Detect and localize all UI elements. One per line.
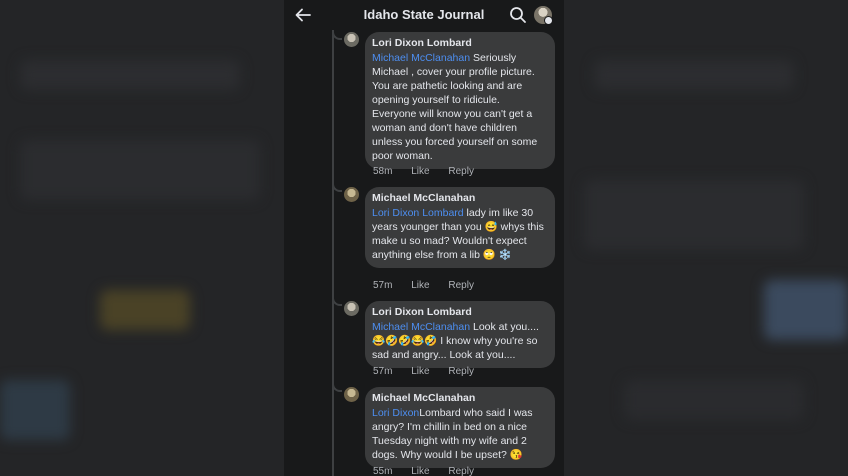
- comment-actions: 57m Like Reply: [373, 280, 490, 291]
- avatar[interactable]: [344, 187, 359, 202]
- avatar[interactable]: [344, 301, 359, 316]
- timestamp: 57m: [373, 366, 393, 377]
- like-button[interactable]: Like: [411, 166, 429, 177]
- comment-text: Michael McClanahan Look at you.... 😂🤣🤣😂🤣…: [372, 320, 547, 362]
- comment-actions: 58m Like Reply: [373, 166, 490, 177]
- thread-line: [332, 30, 334, 476]
- comment-body: Seriously Michael , cover your profile p…: [372, 52, 538, 162]
- timestamp: 58m: [373, 166, 393, 177]
- like-button[interactable]: Like: [411, 280, 429, 291]
- avatar[interactable]: [344, 32, 359, 47]
- comment-bubble: Michael McClanahan Lori Dixon Lombard la…: [365, 187, 555, 268]
- mention-link[interactable]: Michael McClanahan: [372, 321, 470, 333]
- page-title: Idaho State Journal: [363, 7, 485, 22]
- back-arrow-icon[interactable]: [294, 6, 312, 24]
- mention-link[interactable]: Michael McClanahan: [372, 52, 470, 64]
- reply-button[interactable]: Reply: [448, 366, 474, 377]
- comment-author[interactable]: Lori Dixon Lombard: [372, 306, 547, 319]
- comment-bubble: Michael McClanahan Lori DixonLombard who…: [365, 387, 555, 468]
- avatar[interactable]: [344, 387, 359, 402]
- reply-button[interactable]: Reply: [448, 280, 474, 291]
- mention-link[interactable]: Lori Dixon: [372, 407, 419, 419]
- comment-author[interactable]: Michael McClanahan: [372, 192, 547, 205]
- mention-link[interactable]: Lori Dixon Lombard: [372, 207, 464, 219]
- comment-bubble: Lori Dixon Lombard Michael McClanahan Lo…: [365, 301, 555, 368]
- blurred-background-left: [0, 0, 284, 476]
- timestamp: 57m: [373, 280, 393, 291]
- profile-badge-icon: [544, 16, 553, 25]
- comment-text: Lori DixonLombard who said I was angry? …: [372, 406, 547, 462]
- comment-bubble: Lori Dixon Lombard Michael McClanahan Se…: [365, 32, 555, 169]
- like-button[interactable]: Like: [411, 466, 429, 476]
- comment-text: Michael McClanahan Seriously Michael , c…: [372, 51, 547, 163]
- comment-actions: 55m Like Reply: [373, 466, 490, 476]
- comment-actions: 57m Like Reply: [373, 366, 490, 377]
- timestamp: 55m: [373, 466, 393, 476]
- comment-author[interactable]: Lori Dixon Lombard: [372, 37, 547, 50]
- blurred-background-right: [564, 0, 848, 476]
- comment-text: Lori Dixon Lombard lady im like 30 years…: [372, 206, 547, 262]
- search-icon[interactable]: [509, 6, 527, 24]
- comment-author[interactable]: Michael McClanahan: [372, 392, 547, 405]
- reply-button[interactable]: Reply: [448, 466, 474, 476]
- like-button[interactable]: Like: [411, 366, 429, 377]
- phone-screen: Lori Dixon Lombard Michael McClanahan Se…: [284, 0, 564, 476]
- reply-button[interactable]: Reply: [448, 166, 474, 177]
- top-bar: Idaho State Journal: [284, 0, 564, 30]
